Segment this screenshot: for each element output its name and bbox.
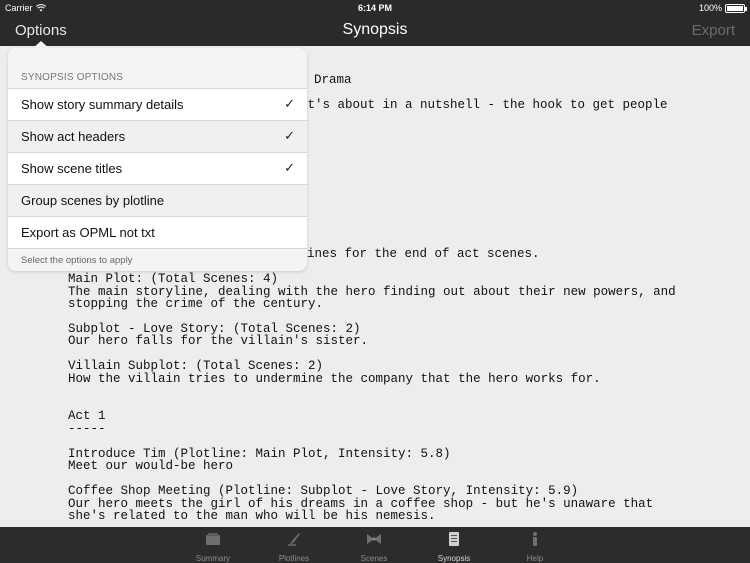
tab-plotlines[interactable]: Plotlines [259, 527, 329, 563]
battery-icon [725, 3, 747, 13]
navigation-bar: Options Synopsis Export [0, 16, 750, 49]
option-show-story-summary[interactable]: Show story summary details ✓ [8, 88, 307, 120]
option-show-scene-titles[interactable]: Show scene titles ✓ [8, 152, 307, 184]
checkmark-icon: ✓ [284, 128, 295, 143]
tab-label: Scenes [360, 554, 388, 563]
status-bar: Carrier 6:14 PM 100% [0, 0, 750, 16]
doc-line: it's about in a nutshell - the hook to g… [300, 98, 668, 112]
status-time: 6:14 PM [357, 3, 392, 13]
tab-scenes[interactable]: Scenes [339, 527, 409, 563]
option-label: Group scenes by plotline [21, 193, 165, 208]
doc-line: she's related to the man who will be his… [68, 509, 436, 523]
synopsis-options-popover: SYNOPSIS OPTIONS Show story summary deta… [8, 48, 307, 271]
popover-header: SYNOPSIS OPTIONS [21, 72, 124, 83]
doc-line: Villain Subplot: (Total Scenes: 2) [68, 359, 324, 373]
summary-icon [206, 533, 220, 545]
doc-line: Main Plot: (Total Scenes: 4) [68, 272, 279, 286]
plotlines-icon [288, 533, 300, 546]
doc-line: stopping the crime of the century. [68, 297, 324, 311]
popover-footer: Select the options to apply [21, 255, 133, 266]
option-label: Show story summary details [21, 97, 184, 112]
option-show-act-headers[interactable]: Show act headers ✓ [8, 120, 307, 152]
option-label: Show act headers [21, 129, 126, 144]
status-right: 100% [698, 3, 747, 13]
tab-help[interactable]: Help [500, 527, 570, 563]
tab-summary[interactable]: Summary [178, 527, 248, 563]
export-button[interactable]: Export [692, 22, 735, 39]
tab-label: Plotlines [278, 554, 310, 563]
option-label: Show scene titles [21, 161, 123, 176]
scenes-icon [367, 534, 381, 544]
tab-label: Summary [195, 554, 231, 563]
page-title: Synopsis [342, 21, 408, 38]
doc-line: Act 1 [68, 409, 106, 423]
synopsis-icon [449, 532, 459, 546]
tab-synopsis[interactable]: Synopsis [419, 527, 489, 563]
battery-percent: 100% [698, 3, 722, 13]
doc-line: How the villain tries to undermine the c… [68, 372, 601, 386]
doc-line: ----- [68, 422, 106, 436]
doc-line: Meet our would-be hero [68, 459, 234, 473]
doc-line: Coffee Shop Meeting (Plotline: Subplot -… [68, 484, 579, 498]
doc-line: ines for the end of act scenes. [307, 247, 540, 261]
doc-line: Our hero falls for the villain's sister. [68, 334, 369, 348]
tab-bar: Summary Plotlines Scenes Synopsis Help [0, 527, 750, 563]
doc-line: Drama [314, 73, 352, 87]
option-label: Export as OPML not txt [21, 225, 155, 240]
tab-label: Synopsis [437, 554, 471, 563]
help-icon [533, 532, 537, 546]
checkmark-icon: ✓ [284, 96, 295, 111]
option-export-opml[interactable]: Export as OPML not txt [8, 216, 307, 248]
divider [8, 248, 307, 249]
checkmark-icon: ✓ [284, 160, 295, 175]
tab-label: Help [526, 554, 544, 563]
option-group-by-plotline[interactable]: Group scenes by plotline [8, 184, 307, 216]
